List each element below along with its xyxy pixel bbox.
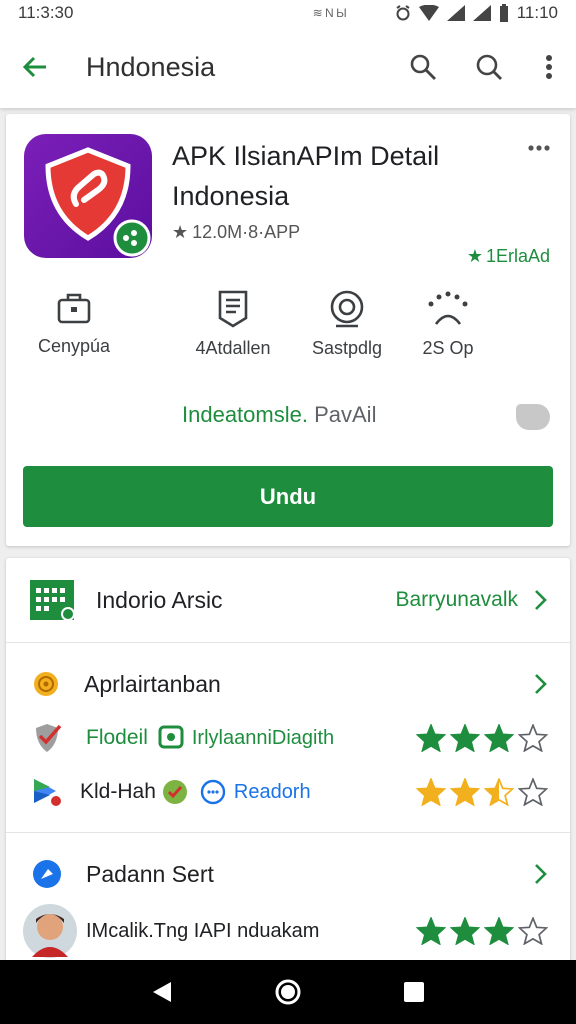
info-row-green-text: Indeatomsle. <box>182 402 308 427</box>
app-title: APK IlsianAPIm Detail Indonesia <box>172 141 440 211</box>
search-button[interactable] <box>390 26 456 108</box>
briefcase-icon <box>57 293 91 324</box>
app-bar: Hndonesia <box>0 26 576 108</box>
verified-icon <box>162 780 187 804</box>
app-meta: ★ 12.0M·8·APP <box>172 222 300 243</box>
chevron-right-icon <box>535 674 547 694</box>
star-outline-icon <box>518 778 548 806</box>
star-filled-icon <box>484 917 514 945</box>
stat-item[interactable]: Sastpdlg <box>302 290 392 359</box>
more-vert-icon <box>546 55 552 79</box>
chevron-right-icon <box>535 590 547 610</box>
signal-icon <box>446 5 465 21</box>
system-nav-bar <box>0 960 576 1024</box>
review-name: Kld-Hah <box>80 780 156 803</box>
info-row-gray-text: PavAil <box>314 402 377 427</box>
star-filled-icon <box>450 724 480 752</box>
star-half-icon <box>484 778 514 806</box>
stat-item[interactable]: 4Atdallen <box>188 290 278 359</box>
chat-icon <box>158 725 184 749</box>
editor-badge-text: 1ErlaAd <box>485 246 550 266</box>
flag-icon <box>33 860 61 888</box>
avatar <box>23 904 77 958</box>
install-button[interactable]: Undu <box>23 466 553 527</box>
status-right-time: 11:10 <box>516 3 558 22</box>
stat-label: 2S Op <box>422 338 474 358</box>
rating-stars <box>416 724 548 752</box>
star-icon: ★ <box>172 222 189 242</box>
user-review-text: IMcalik.Tng IAPI nduakam <box>86 919 320 942</box>
editor-badge: ★ 1ErlaAd <box>467 246 550 267</box>
section-link-row[interactable]: Padann Sert <box>6 852 570 896</box>
search-button-2[interactable] <box>456 26 522 108</box>
search-icon <box>410 54 436 80</box>
shield-icon <box>45 147 151 257</box>
status-bar: 11:3:30 ≋ N Ы 11:10 <box>0 0 576 26</box>
star-filled-icon <box>416 917 446 945</box>
stat-label: Sastpdlg <box>311 338 383 358</box>
star-icon: ★ <box>466 246 483 266</box>
nav-back-icon[interactable] <box>151 980 173 1004</box>
card-more-button[interactable] <box>528 138 550 156</box>
search-icon <box>476 54 502 80</box>
wifi-icon <box>418 5 439 21</box>
review-row[interactable]: Flodeil IrlylaanniDiagith <box>6 716 570 760</box>
back-arrow-icon <box>22 56 46 78</box>
section-link-text: Barryunavalk <box>395 588 518 611</box>
review-tag: IrlylaanniDiagith <box>191 726 335 749</box>
review-row[interactable]: Kld-Hah Readorh <box>6 770 570 814</box>
back-button[interactable] <box>0 26 70 108</box>
signal-icon-2 <box>472 5 491 21</box>
nav-recents-icon[interactable] <box>403 981 425 1003</box>
grid-app-icon <box>30 580 75 621</box>
section-title: Indorio Arsic <box>96 586 223 613</box>
chat-bubble-icon <box>200 779 226 805</box>
stat-item[interactable]: Cenypúa <box>34 290 114 357</box>
star-outline-icon <box>518 724 548 752</box>
star-outline-icon <box>518 917 548 945</box>
status-time: 11:3:30 <box>18 3 74 22</box>
reviews-header-title: Aprlairtanban <box>84 670 221 697</box>
stat-item[interactable]: 2S Op <box>408 290 488 359</box>
review-tag: Readorh <box>233 780 311 803</box>
more-horiz-icon <box>528 145 550 151</box>
coin-icon <box>34 672 58 696</box>
status-network-text: ≋ N Ы <box>312 6 347 20</box>
overflow-menu-button[interactable] <box>522 26 576 108</box>
user-review-row[interactable]: IMcalik.Tng IAPI nduakam <box>6 902 570 960</box>
info-row[interactable]: Indeatomsle. PavAil <box>182 402 376 428</box>
toggle-switch[interactable] <box>516 404 550 430</box>
status-icons <box>395 4 509 22</box>
star-filled-icon <box>450 778 480 806</box>
play-store-icon <box>34 779 63 808</box>
rating-stars <box>416 917 548 945</box>
section-link-row[interactable]: Indorio Arsic Barryunavalk <box>6 574 570 626</box>
divider <box>6 642 570 643</box>
battery-icon <box>499 4 508 22</box>
nav-home-icon[interactable] <box>274 978 302 1006</box>
alarm-icon <box>396 5 410 21</box>
divider <box>6 832 570 833</box>
section-title: Padann Sert <box>86 860 214 887</box>
chevron-right-icon <box>535 864 547 884</box>
details-card: Indorio Arsic Barryunavalk Aprlairtanban… <box>6 558 570 968</box>
document-icon <box>218 290 248 328</box>
star-filled-icon <box>484 724 514 752</box>
reviews-header-row[interactable]: Aprlairtanban <box>6 662 570 706</box>
checkmark-shield-icon <box>36 724 62 752</box>
page-title: Hndonesia <box>86 51 216 82</box>
app-meta-text: 12.0M·8·APP <box>192 222 301 242</box>
star-filled-icon <box>416 778 446 806</box>
users-icon <box>428 291 468 325</box>
review-name: Flodeil <box>86 726 148 749</box>
stat-label: Cenypúa <box>37 336 111 356</box>
stat-label: 4Atdallen <box>195 338 271 358</box>
app-detail-card: APK IlsianAPIm Detail Indonesia ★ 12.0M·… <box>6 114 570 546</box>
star-filled-icon <box>450 917 480 945</box>
star-filled-icon <box>416 724 446 752</box>
rating-stars <box>416 778 548 806</box>
camera-icon <box>330 290 364 328</box>
app-icon <box>24 134 152 258</box>
stats-row: Cenypúa 4Atdallen Sastpdlg 2S Op <box>6 290 570 370</box>
